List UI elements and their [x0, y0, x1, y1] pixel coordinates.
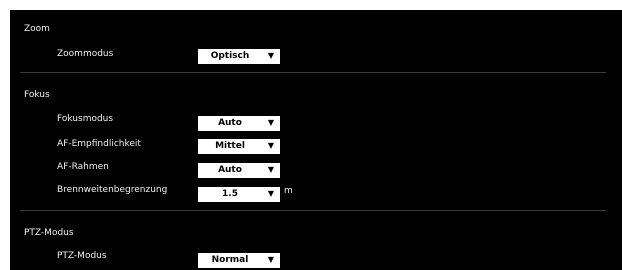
chevron-down-icon: ▼ [267, 255, 274, 264]
focal-limit-unit: m [284, 186, 293, 196]
chevron-down-icon: ▼ [267, 165, 274, 174]
chevron-down-icon: ▼ [267, 141, 274, 150]
af-sensitivity-label: AF-Empfindlichkeit [57, 139, 141, 149]
zoom-mode-label: Zoommodus [57, 49, 114, 59]
focal-limit-value: 1.5 [222, 189, 238, 199]
focus-mode-select[interactable]: Auto ▼ [198, 116, 280, 131]
af-sensitivity-select[interactable]: Mittel ▼ [198, 139, 280, 154]
focal-limit-select[interactable]: 1.5 ▼ [198, 187, 280, 202]
af-frame-select[interactable]: Auto ▼ [198, 163, 280, 178]
focus-section-title: Fokus [24, 90, 50, 100]
focus-mode-value: Auto [218, 118, 242, 128]
chevron-down-icon: ▼ [267, 118, 274, 127]
chevron-down-icon: ▼ [267, 51, 274, 60]
focal-limit-label: Brennweitenbegrenzung [57, 185, 168, 195]
zoom-mode-select[interactable]: Optisch ▼ [198, 49, 280, 64]
ptz-mode-value: Normal [211, 255, 249, 265]
zoom-section-title: Zoom [24, 24, 50, 34]
af-sensitivity-value: Mittel [215, 141, 245, 151]
af-frame-label: AF-Rahmen [57, 162, 109, 172]
ptz-section-title: PTZ-Modus [24, 228, 74, 238]
settings-panel: Zoom Zoommodus Optisch ▼ Fokus Fokusmodu… [10, 10, 622, 270]
ptz-mode-label: PTZ-Modus [57, 251, 107, 261]
chevron-down-icon: ▼ [267, 189, 274, 198]
focus-mode-label: Fokusmodus [57, 114, 114, 124]
af-frame-value: Auto [218, 165, 242, 175]
section-divider [20, 210, 606, 211]
ptz-mode-select[interactable]: Normal ▼ [198, 253, 280, 268]
zoom-mode-value: Optisch [210, 51, 250, 61]
section-divider [20, 72, 606, 73]
